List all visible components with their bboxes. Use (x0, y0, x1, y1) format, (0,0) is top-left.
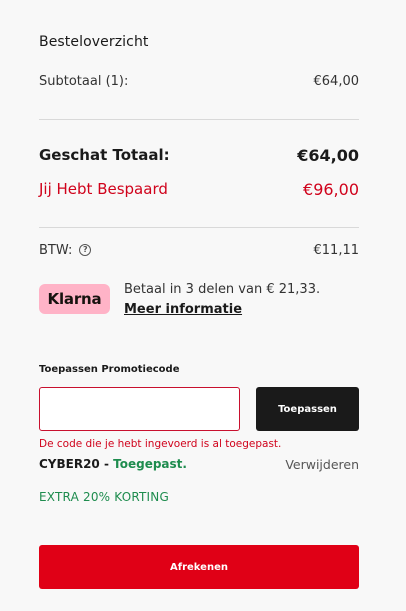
vat-label: BTW: (39, 242, 73, 258)
klarna-logo: Klarna (39, 284, 110, 314)
order-summary-title: Besteloverzicht (39, 34, 149, 50)
saved-row: Jij Hebt Bespaard €96,00 (39, 179, 359, 199)
promo-code-input[interactable] (39, 387, 240, 431)
checkout-button[interactable]: Afrekenen (39, 545, 359, 589)
applied-code-group: CYBER20 - Toegepast. (39, 457, 187, 471)
total-label: Geschat Totaal: (39, 146, 170, 164)
subtotal-label: Subtotaal (1): (39, 73, 129, 89)
saved-label: Jij Hebt Bespaard (39, 180, 168, 198)
klarna-installment-text: Betaal in 3 delen van € 21,33. (124, 282, 321, 297)
total-value: €64,00 (297, 145, 359, 165)
divider (39, 119, 359, 120)
divider (39, 227, 359, 228)
vat-value: €11,11 (313, 242, 360, 258)
subtotal-value: €64,00 (313, 73, 360, 89)
applied-code: CYBER20 (39, 457, 100, 471)
klarna-info: Betaal in 3 delen van € 21,33. Meer info… (124, 280, 320, 320)
promo-error-message: De code die je hebt ingevoerd is al toeg… (39, 438, 282, 450)
remove-promo-link[interactable]: Verwijderen (285, 457, 359, 472)
vat-row: BTW: ? €11,11 (39, 241, 359, 259)
klarna-more-info-link[interactable]: Meer informatie (124, 300, 320, 320)
total-row: Geschat Totaal: €64,00 (39, 145, 359, 165)
klarna-banner: Klarna Betaal in 3 delen van € 21,33. Me… (39, 280, 359, 320)
applied-code-row: CYBER20 - Toegepast. Verwijderen (39, 456, 359, 472)
vat-label-group: BTW: ? (39, 242, 92, 258)
discount-text: EXTRA 20% KORTING (39, 490, 169, 504)
applied-status: Toegepast. (113, 457, 187, 471)
info-icon[interactable]: ? (79, 244, 92, 256)
applied-separator: - (99, 457, 114, 471)
promo-code-label: Toepassen Promotiecode (39, 364, 180, 375)
apply-promo-button[interactable]: Toepassen (256, 387, 359, 431)
subtotal-row: Subtotaal (1): €64,00 (39, 72, 359, 90)
saved-value: €96,00 (303, 179, 359, 199)
